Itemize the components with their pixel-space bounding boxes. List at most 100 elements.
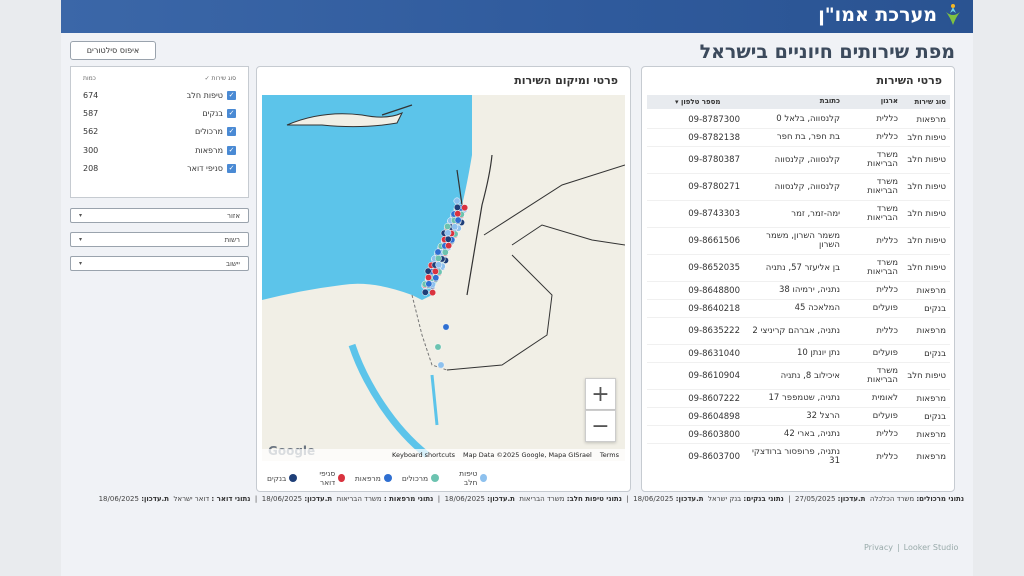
filter-item[interactable]: 562 ✓ מרכולים xyxy=(71,123,248,141)
filter-item[interactable]: 587 ✓ בנקים xyxy=(71,104,248,122)
table-row[interactable]: טיפות חלב משרד הבריאות קלנסווה, קלנסווה … xyxy=(647,147,950,174)
privacy-link[interactable]: Privacy xyxy=(864,543,893,552)
cell-address: נתניה, בארי 42 xyxy=(783,429,840,440)
filter-item[interactable]: 300 ✓ מרפאות xyxy=(71,141,248,159)
table-row[interactable]: מרפאות כללית נתניה, בארי 42 09-8603800 xyxy=(647,426,950,444)
checkbox-checked-icon[interactable]: ✓ xyxy=(227,109,236,119)
table-body[interactable]: מרפאות כללית קלנסווה, בלאל 0 09-8787300 ט… xyxy=(647,111,950,467)
cell-type: טיפות חלב xyxy=(907,155,946,165)
cell-address: קלנסווה, קלנסווה xyxy=(774,154,840,165)
filter-item[interactable]: 674 ✓ טיפות חלב xyxy=(71,86,248,104)
table-row[interactable]: מרפאות כללית נתניה, ירמיהו 38 09-8648800 xyxy=(647,282,950,300)
map-marker[interactable] xyxy=(434,343,442,351)
map-legend: טיפות חלב מרכולים מרפאות סניפי דואר בנקים xyxy=(267,469,487,487)
settlement-dropdown[interactable]: יישוב ▾ xyxy=(70,256,249,271)
map-marker[interactable] xyxy=(454,210,462,218)
reset-filters-button[interactable]: איפוס סילטורים xyxy=(70,41,156,60)
map-marker[interactable] xyxy=(434,248,442,256)
map-marker[interactable] xyxy=(435,261,443,269)
map-card-title: פרטי ומיקום השירות xyxy=(514,74,618,87)
table-row[interactable]: בנקים פועלים נתן יונתן 10 09-8631040 xyxy=(647,345,950,363)
map-marker[interactable] xyxy=(453,197,461,205)
cell-org: פועלים xyxy=(872,303,898,314)
cell-address: קלנסווה, קלנסווה xyxy=(774,181,840,192)
table-row[interactable]: טיפות חלב משרד הבריאות איכילוב 8, נתניה … xyxy=(647,363,950,390)
map-view[interactable]: + − Google Keyboard shortcuts Map Data ©… xyxy=(262,95,625,461)
filter-list: 674 ✓ טיפות חלב 587 ✓ בנקים 562 ✓ מרכולים 300 … xyxy=(71,86,248,178)
table-row[interactable]: בנקים פועלים הרצל 32 09-8604898 xyxy=(647,408,950,426)
col-type-header[interactable]: סוג שירות xyxy=(902,98,950,106)
zoom-out-button[interactable]: − xyxy=(585,410,616,442)
map-marker[interactable] xyxy=(432,274,440,282)
cell-address: בן אליעזר 57, נתניה xyxy=(765,262,840,273)
table-row[interactable]: טיפות חלב משרד הבריאות קלנסווה, קלנסווה … xyxy=(647,174,950,201)
map-marker[interactable] xyxy=(425,280,433,288)
authority-dropdown[interactable]: רשות ▾ xyxy=(70,232,249,247)
map-marker[interactable] xyxy=(442,323,450,331)
col-org-header[interactable]: ארגון xyxy=(844,97,902,105)
table-row[interactable]: מרפאות כללית נתניה, פרופסור ברודצקי 31 0… xyxy=(647,444,950,467)
cell-org: משרד הבריאות xyxy=(867,204,898,223)
map-marker[interactable] xyxy=(434,254,442,262)
region-dropdown-label: אזור xyxy=(227,211,240,220)
checkbox-checked-icon[interactable]: ✓ xyxy=(227,90,236,100)
keyboard-shortcuts-link[interactable]: Keyboard shortcuts xyxy=(392,451,455,459)
map-marker[interactable] xyxy=(454,216,462,224)
filter-item[interactable]: 208 ✓ סניפי דואר xyxy=(71,160,248,178)
terms-link[interactable]: Terms xyxy=(600,451,619,459)
cell-org: כללית xyxy=(876,429,898,440)
filter-count-header: כמות xyxy=(83,75,96,82)
table-row[interactable]: טיפות חלב משרד הבריאות בן אליעזר 57, נתנ… xyxy=(647,255,950,282)
map-marker[interactable] xyxy=(461,204,469,212)
table-row[interactable]: מרפאות כללית נתניה, אברהם קריניצי 2 09-8… xyxy=(647,318,950,345)
cell-org: לאומית xyxy=(871,393,898,404)
map-marker[interactable] xyxy=(431,267,439,275)
map-marker[interactable] xyxy=(437,361,445,369)
cell-type: מרפאות xyxy=(916,452,946,462)
col-phone-header[interactable]: מספר טלפון ▾ xyxy=(647,98,744,106)
cell-type: מרפאות xyxy=(916,114,946,125)
cell-phone: 09-8603700 xyxy=(688,452,740,462)
table-row[interactable]: מרפאות לאומית נתניה, שטמפפר 17 09-860722… xyxy=(647,390,950,408)
table-row[interactable]: טיפות חלב משרד הבריאות ימה-זמר, זמר 09-8… xyxy=(647,201,950,228)
checkbox-checked-icon[interactable]: ✓ xyxy=(227,127,236,137)
cell-phone: 09-8603800 xyxy=(688,429,740,440)
cell-org: כללית xyxy=(876,325,898,336)
map-marker[interactable] xyxy=(425,274,432,281)
map-marker[interactable] xyxy=(453,203,461,211)
markers-layer xyxy=(421,197,469,369)
map-marker[interactable] xyxy=(424,267,432,275)
table-row[interactable]: טיפות חלב כללית משמר השרון, משמר השרון 0… xyxy=(647,228,950,255)
table-row[interactable]: מרפאות כללית קלנסווה, בלאל 0 09-8787300 xyxy=(647,111,950,129)
chevron-down-icon: ▾ xyxy=(79,212,83,219)
cell-type: טיפות חלב xyxy=(907,371,946,381)
map-marker[interactable] xyxy=(451,223,459,231)
cell-phone: 09-8780387 xyxy=(688,155,740,165)
region-dropdown[interactable]: אזור ▾ xyxy=(70,208,249,223)
map-marker[interactable] xyxy=(444,235,452,243)
map-marker[interactable] xyxy=(444,223,451,230)
map-marker[interactable] xyxy=(444,229,452,237)
cell-type: מרפאות xyxy=(916,393,946,404)
map-marker[interactable] xyxy=(421,288,429,296)
legend-label: מרכולים xyxy=(401,473,429,483)
filter-item-count: 208 xyxy=(83,164,99,174)
cell-phone: 09-8648800 xyxy=(688,285,740,296)
service-type-filter: כמות סוג שירות ✓ 674 ✓ טיפות חלב 587 ✓ בנקי… xyxy=(70,66,249,198)
map-marker[interactable] xyxy=(441,248,449,256)
looker-studio-link[interactable]: Looker Studio xyxy=(904,543,959,552)
brand-logo-icon xyxy=(946,4,960,25)
zoom-in-button[interactable]: + xyxy=(585,378,616,410)
table-row[interactable]: טיפות חלב כללית בת חפר, בת חפר 09-878213… xyxy=(647,129,950,147)
filter-item-count: 562 xyxy=(83,127,99,137)
checkbox-checked-icon[interactable]: ✓ xyxy=(227,164,236,174)
col-address-header[interactable]: כתובת xyxy=(744,97,844,105)
legend-item: סניפי דואר xyxy=(307,469,345,487)
cell-address: נתניה, פרופסור ברודצקי 31 xyxy=(752,447,840,466)
map-marker[interactable] xyxy=(445,242,453,250)
map-marker[interactable] xyxy=(429,289,437,297)
checkbox-checked-icon[interactable]: ✓ xyxy=(227,145,236,155)
bottom-links: Privacy | Looker Studio xyxy=(864,543,958,552)
table-row[interactable]: בנקים פועלים המלאכה 45 09-8640218 xyxy=(647,300,950,318)
cell-type: מרפאות xyxy=(916,429,946,440)
